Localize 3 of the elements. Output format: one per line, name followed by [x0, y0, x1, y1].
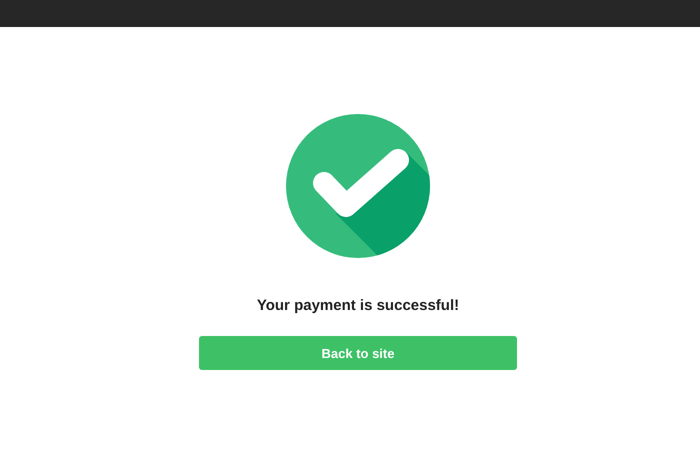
back-to-site-button[interactable]: Back to site — [199, 336, 517, 370]
success-message: Your payment is successful! — [256, 296, 460, 316]
checkmark-icon — [286, 114, 430, 258]
